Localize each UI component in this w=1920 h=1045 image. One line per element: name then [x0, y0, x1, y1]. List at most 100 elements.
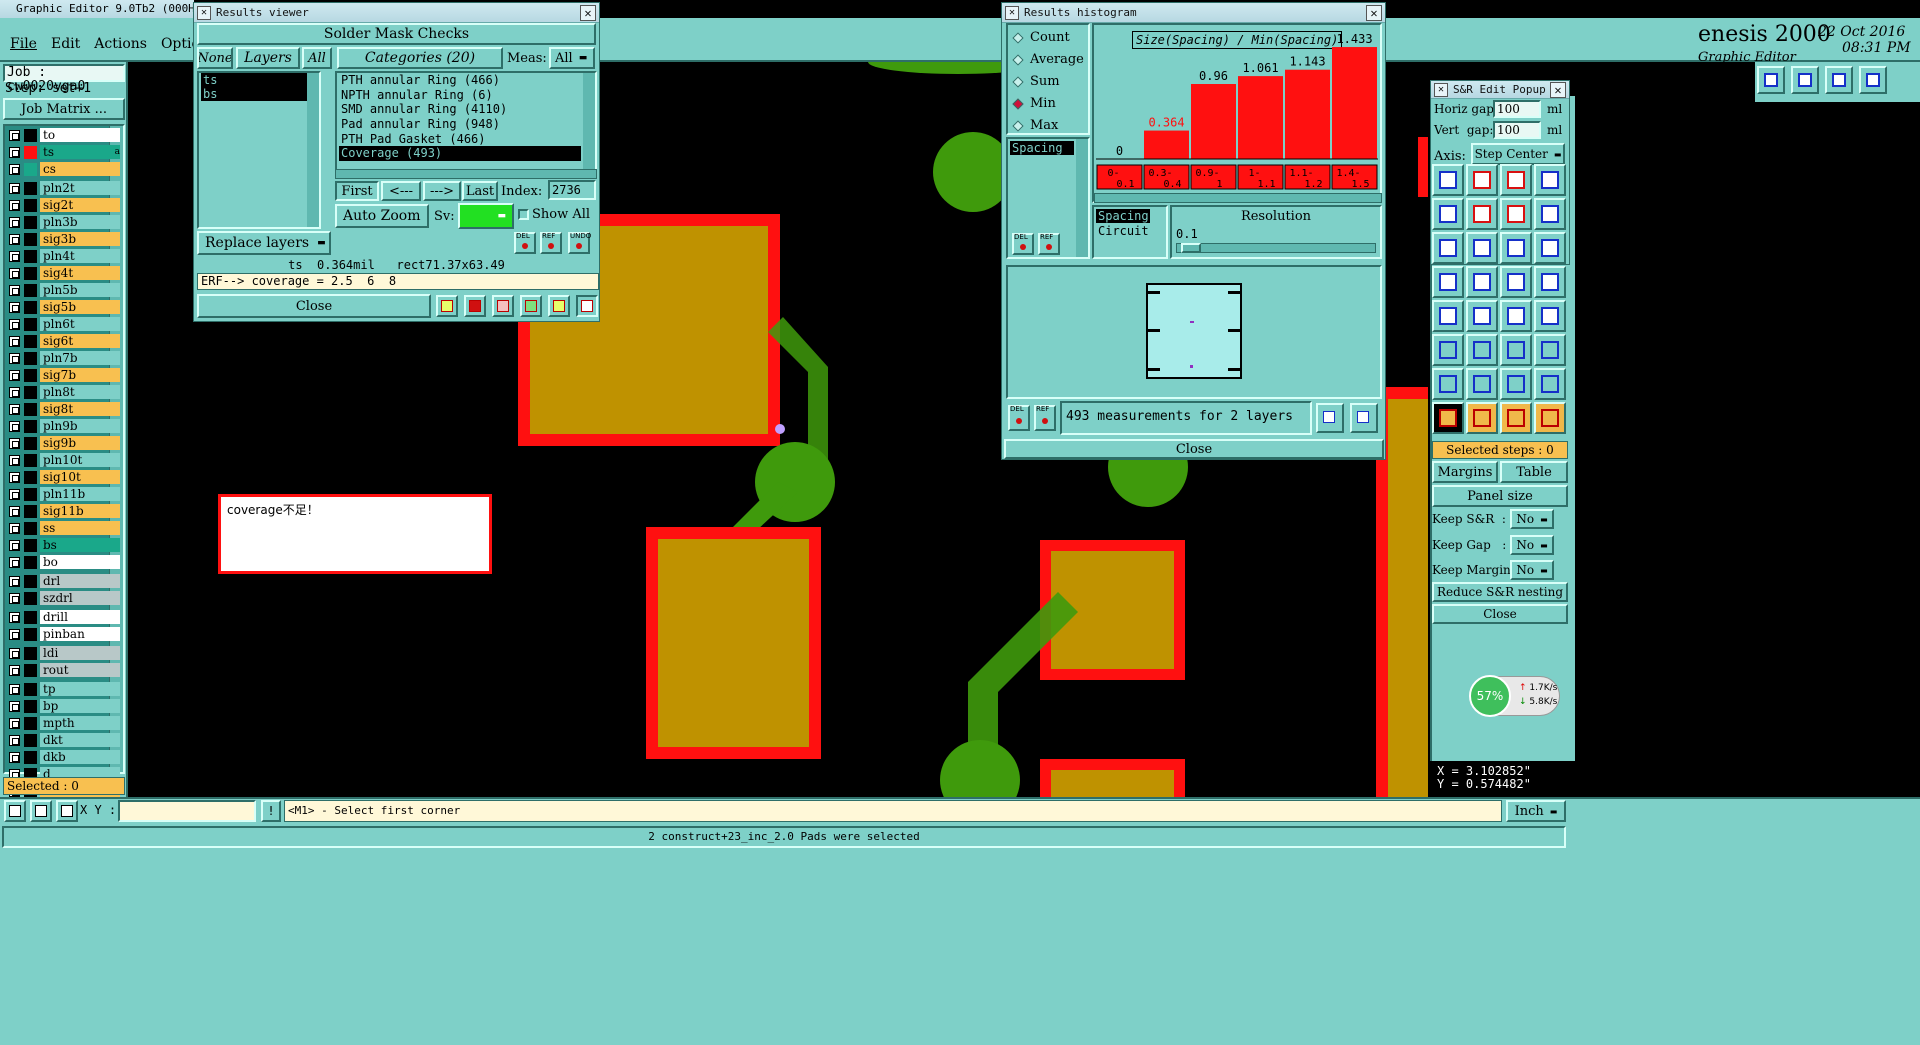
show-all-checkbox[interactable] — [518, 209, 529, 220]
layer-row-ss[interactable]: ss — [7, 521, 122, 536]
keep-sr-select[interactable]: No ▬ — [1510, 509, 1554, 529]
top-tool-4[interactable] — [1859, 66, 1887, 94]
layer-checkbox[interactable] — [9, 353, 20, 364]
pointer-icon[interactable] — [1432, 402, 1464, 434]
mode-radio-max[interactable]: Max — [1010, 117, 1088, 135]
results-close-button[interactable]: Close — [197, 294, 431, 318]
histogram-icon[interactable] — [576, 295, 598, 317]
mode-radio-average[interactable]: Average — [1010, 51, 1088, 69]
layer-checkbox[interactable] — [9, 147, 20, 158]
highlight-b-icon[interactable] — [1500, 402, 1532, 434]
layer-row-cs[interactable]: cs — [7, 162, 122, 177]
histogram-titlebar[interactable]: ✕ Results histogram ✕ — [1002, 3, 1385, 23]
first-button[interactable]: First — [335, 181, 379, 201]
layer-row-sig5b[interactable]: sig5b — [7, 300, 122, 315]
layer-row-pln11b[interactable]: pln11b — [7, 487, 122, 502]
ref-icon[interactable]: REF — [1038, 233, 1060, 255]
close-icon[interactable]: ✕ — [580, 5, 596, 21]
param-list-item-1[interactable]: Circuit — [1096, 224, 1150, 238]
cross-icon[interactable] — [30, 800, 52, 822]
layer-row-pln3b[interactable]: pln3b — [7, 215, 122, 230]
arrow-up-icon[interactable] — [1500, 334, 1532, 366]
layer-checkbox[interactable] — [9, 200, 20, 211]
zoom-icon[interactable] — [1316, 403, 1344, 433]
layer-checkbox[interactable] — [9, 593, 20, 604]
layer-row-mpth[interactable]: mpth — [7, 716, 122, 731]
layer-row-pln7b[interactable]: pln7b — [7, 351, 122, 366]
top-tool-3[interactable] — [1825, 66, 1853, 94]
sv-color-select[interactable]: ▬ — [458, 203, 514, 229]
spread-v-icon[interactable] — [1466, 368, 1498, 400]
categories-hscroll[interactable] — [335, 169, 597, 179]
keep-margin-select[interactable]: No ▬ — [1510, 560, 1554, 580]
select-icon[interactable] — [4, 800, 26, 822]
pivot-c-icon[interactable] — [1500, 198, 1532, 230]
layer-select-list[interactable]: ts bs — [197, 71, 321, 229]
del-icon[interactable]: DEL — [1008, 405, 1030, 431]
param-list[interactable]: Spacing Circuit — [1092, 205, 1168, 259]
layer-row-drill[interactable]: drill — [7, 610, 122, 625]
unit-select[interactable]: Inch ▬ — [1506, 800, 1566, 822]
pivot-b-icon[interactable] — [1466, 198, 1498, 230]
xy-input[interactable] — [118, 800, 256, 822]
category-item[interactable]: Pad annular Ring (948) — [339, 117, 581, 132]
pivot-a-icon[interactable] — [1432, 198, 1464, 230]
menu-actions[interactable]: Actions — [94, 36, 147, 56]
arrow-down-icon[interactable] — [1534, 334, 1566, 366]
layer-checkbox[interactable] — [9, 718, 20, 729]
histogram-bar[interactable] — [1144, 130, 1189, 159]
highlight-a-icon[interactable] — [1466, 402, 1498, 434]
category-item[interactable]: PTH annular Ring (466) — [339, 73, 581, 88]
top-tool-1[interactable] — [1757, 66, 1785, 94]
del-icon[interactable]: DEL — [1012, 233, 1034, 255]
job-matrix-button[interactable]: Job Matrix ... — [3, 98, 125, 120]
menu-file[interactable]: File — [10, 36, 37, 56]
layer-row-sig7b[interactable]: sig7b — [7, 368, 122, 383]
mode-radio-min[interactable]: Min — [1010, 95, 1088, 113]
category-item[interactable]: Coverage (493) — [339, 146, 581, 162]
category-item[interactable]: SMD annular Ring (4110) — [339, 102, 581, 117]
layers-button[interactable]: Layers — [236, 47, 300, 69]
window-menu-icon[interactable]: ✕ — [1434, 83, 1448, 97]
index-input[interactable]: 2736 — [548, 180, 596, 200]
categories-scroll[interactable] — [583, 73, 595, 169]
ref-icon[interactable]: REF — [540, 232, 562, 254]
array-d-icon[interactable] — [1534, 266, 1566, 298]
resolution-slider[interactable] — [1176, 243, 1376, 253]
arrow-left-icon[interactable] — [1432, 334, 1464, 366]
layer-select-scroll[interactable] — [307, 73, 319, 227]
pivot-d-icon[interactable] — [1534, 198, 1566, 230]
layer-checkbox[interactable] — [9, 629, 20, 640]
histogram-bar[interactable] — [1285, 69, 1330, 159]
undo-icon[interactable]: UNDO — [568, 232, 591, 254]
layer-row-pln2t[interactable]: pln2t — [7, 181, 122, 196]
layer-checkbox[interactable] — [9, 421, 20, 432]
sr-popup-titlebar[interactable]: ✕ S&R Edit Popup ✕ — [1431, 81, 1569, 99]
all-button[interactable]: All — [302, 47, 332, 69]
layer-checkbox[interactable] — [9, 251, 20, 262]
layer-checkbox[interactable] — [9, 684, 20, 695]
horiz-gap-input[interactable]: 100 — [1493, 100, 1541, 118]
layer-row-pln5b[interactable]: pln5b — [7, 283, 122, 298]
layer-checkbox[interactable] — [9, 319, 20, 330]
report-icon[interactable] — [436, 295, 458, 317]
layer-row-pln6t[interactable]: pln6t — [7, 317, 122, 332]
histogram-bar[interactable] — [1238, 76, 1283, 159]
window-menu-icon[interactable]: ✕ — [1005, 6, 1019, 20]
spread-d-icon[interactable] — [1534, 368, 1566, 400]
layer-row-sig3b[interactable]: sig3b — [7, 232, 122, 247]
layer-checkbox[interactable] — [9, 404, 20, 415]
category-item[interactable]: PTH Pad Gasket (466) — [339, 132, 581, 147]
reduce-sr-button[interactable]: Reduce S&R nesting — [1432, 582, 1568, 602]
prev-button[interactable]: <--- — [381, 181, 421, 201]
series-list-scroll[interactable] — [1076, 139, 1088, 257]
layer-checkbox[interactable] — [9, 370, 20, 381]
layer-row-to[interactable]: to — [7, 128, 122, 143]
layer-checkbox[interactable] — [9, 557, 20, 568]
mirror-d-icon[interactable] — [1534, 232, 1566, 264]
align-b-icon[interactable] — [1466, 300, 1498, 332]
layer-row-bo[interactable]: bo — [7, 555, 122, 570]
category-item[interactable]: NPTH annular Ring (6) — [339, 88, 581, 103]
layer-row-dkb[interactable]: dkb — [7, 750, 122, 765]
layer-checkbox[interactable] — [9, 130, 20, 141]
